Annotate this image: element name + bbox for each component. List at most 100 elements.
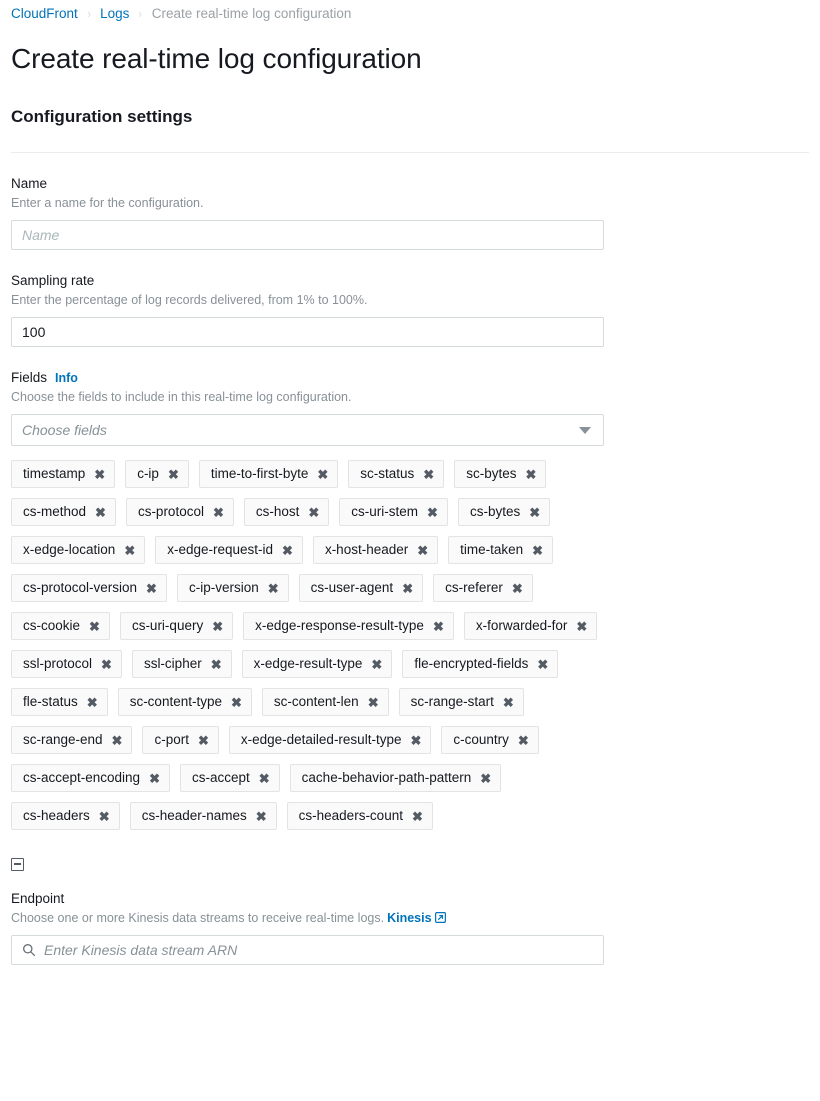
field-token[interactable]: sc-content-type✖ (118, 688, 252, 716)
close-icon[interactable]: ✖ (537, 658, 548, 671)
field-token[interactable]: sc-range-start✖ (399, 688, 524, 716)
field-token[interactable]: c-ip-version✖ (177, 574, 289, 602)
field-token-label: cs-header-names (142, 803, 247, 829)
field-token[interactable]: sc-status✖ (348, 460, 444, 488)
close-icon[interactable]: ✖ (95, 506, 106, 519)
close-icon[interactable]: ✖ (532, 544, 543, 557)
field-token[interactable]: cs-user-agent✖ (299, 574, 423, 602)
field-token-label: time-to-first-byte (211, 461, 309, 487)
field-token[interactable]: fle-encrypted-fields✖ (402, 650, 558, 678)
field-token[interactable]: cs-uri-query✖ (120, 612, 233, 640)
field-token[interactable]: time-to-first-byte ✖ (199, 460, 338, 488)
close-icon[interactable]: ✖ (212, 620, 223, 633)
field-token[interactable]: c-ip✖ (125, 460, 189, 488)
close-icon[interactable]: ✖ (317, 468, 328, 481)
field-token[interactable]: fle-status✖ (11, 688, 108, 716)
close-icon[interactable]: ✖ (412, 810, 423, 823)
close-icon[interactable]: ✖ (433, 620, 444, 633)
close-icon[interactable]: ✖ (268, 582, 279, 595)
close-icon[interactable]: ✖ (518, 734, 529, 747)
close-icon[interactable]: ✖ (213, 506, 224, 519)
close-icon[interactable]: ✖ (112, 734, 123, 747)
field-token[interactable]: cs-accept✖ (180, 764, 280, 792)
field-token-label: x-forwarded-for (476, 613, 568, 639)
field-token[interactable]: cs-protocol-version✖ (11, 574, 167, 602)
field-token[interactable]: x-forwarded-for ✖ (464, 612, 597, 640)
close-icon[interactable]: ✖ (101, 658, 112, 671)
field-token[interactable]: cs-headers-count✖ (287, 802, 433, 830)
field-token[interactable]: ssl-cipher✖ (132, 650, 232, 678)
close-icon[interactable]: ✖ (368, 696, 379, 709)
name-input[interactable]: Name (11, 220, 604, 250)
field-token[interactable]: cs-header-names ✖ (130, 802, 277, 830)
field-token-label: timestamp (23, 461, 85, 487)
close-icon[interactable]: ✖ (87, 696, 98, 709)
close-icon[interactable]: ✖ (417, 544, 428, 557)
field-token-label: x-edge-result-type (254, 651, 363, 677)
field-token-label: x-edge-location (23, 537, 115, 563)
fields-multiselect[interactable]: Choose fields (11, 414, 604, 446)
close-icon[interactable]: ✖ (480, 772, 491, 785)
field-token[interactable]: cs-cookie✖ (11, 612, 110, 640)
close-icon[interactable]: ✖ (89, 620, 100, 633)
close-icon[interactable]: ✖ (282, 544, 293, 557)
field-token[interactable]: cs-protocol ✖ (126, 498, 234, 526)
kinesis-external-link[interactable]: Kinesis (387, 911, 431, 925)
field-token[interactable]: cache-behavior-path-pattern✖ (290, 764, 502, 792)
close-icon[interactable]: ✖ (168, 468, 179, 481)
close-icon[interactable]: ✖ (231, 696, 242, 709)
kinesis-arn-input[interactable]: Enter Kinesis data stream ARN (11, 935, 604, 965)
close-icon[interactable]: ✖ (124, 544, 135, 557)
sampling-rate-input[interactable]: 100 (11, 317, 604, 347)
field-token[interactable]: timestamp ✖ (11, 460, 115, 488)
close-icon[interactable]: ✖ (402, 582, 413, 595)
close-icon[interactable]: ✖ (256, 810, 267, 823)
field-token-label: cs-protocol (138, 499, 204, 525)
close-icon[interactable]: ✖ (423, 468, 434, 481)
close-icon[interactable]: ✖ (198, 734, 209, 747)
field-token[interactable]: sc-content-len✖ (262, 688, 389, 716)
close-icon[interactable]: ✖ (503, 696, 514, 709)
field-token[interactable]: cs-host✖ (244, 498, 329, 526)
close-icon[interactable]: ✖ (529, 506, 540, 519)
field-token[interactable]: x-edge-location ✖ (11, 536, 145, 564)
field-token[interactable]: cs-accept-encoding✖ (11, 764, 170, 792)
field-token[interactable]: cs-uri-stem✖ (339, 498, 448, 526)
close-icon[interactable]: ✖ (146, 582, 157, 595)
close-icon[interactable]: ✖ (259, 772, 270, 785)
field-token[interactable]: c-port✖ (142, 726, 218, 754)
close-icon[interactable]: ✖ (211, 658, 222, 671)
close-icon[interactable]: ✖ (308, 506, 319, 519)
endpoint-label: Endpoint (11, 890, 809, 908)
field-token-label: sc-range-end (23, 727, 103, 753)
field-token[interactable]: time-taken✖ (448, 536, 553, 564)
field-token[interactable]: cs-headers✖ (11, 802, 120, 830)
field-token[interactable]: cs-referer✖ (433, 574, 533, 602)
breadcrumb-item-logs[interactable]: Logs (100, 6, 129, 21)
breadcrumb-item-cloudfront[interactable]: CloudFront (11, 6, 78, 21)
field-token[interactable]: cs-method✖ (11, 498, 116, 526)
close-icon[interactable]: ✖ (525, 468, 536, 481)
field-token[interactable]: sc-range-end ✖ (11, 726, 132, 754)
create-realtime-log-config-page: CloudFront › Logs › Create real-time log… (0, 0, 820, 1101)
field-token[interactable]: sc-bytes✖ (454, 460, 546, 488)
field-token[interactable]: x-edge-result-type ✖ (242, 650, 393, 678)
field-token[interactable]: ssl-protocol✖ (11, 650, 122, 678)
collapse-minus-icon[interactable] (11, 858, 24, 871)
field-token[interactable]: x-edge-detailed-result-type✖ (229, 726, 432, 754)
breadcrumb-separator-icon: › (139, 6, 142, 21)
close-icon[interactable]: ✖ (99, 810, 110, 823)
close-icon[interactable]: ✖ (149, 772, 160, 785)
fields-info-link[interactable]: Info (55, 369, 78, 387)
close-icon[interactable]: ✖ (94, 468, 105, 481)
close-icon[interactable]: ✖ (427, 506, 438, 519)
field-token[interactable]: x-edge-response-result-type✖ (243, 612, 454, 640)
close-icon[interactable]: ✖ (512, 582, 523, 595)
field-token[interactable]: x-edge-request-id✖ (155, 536, 303, 564)
close-icon[interactable]: ✖ (410, 734, 421, 747)
close-icon[interactable]: ✖ (371, 658, 382, 671)
field-token[interactable]: x-host-header✖ (313, 536, 438, 564)
field-token[interactable]: cs-bytes✖ (458, 498, 550, 526)
close-icon[interactable]: ✖ (576, 620, 587, 633)
field-token[interactable]: c-country✖ (441, 726, 538, 754)
